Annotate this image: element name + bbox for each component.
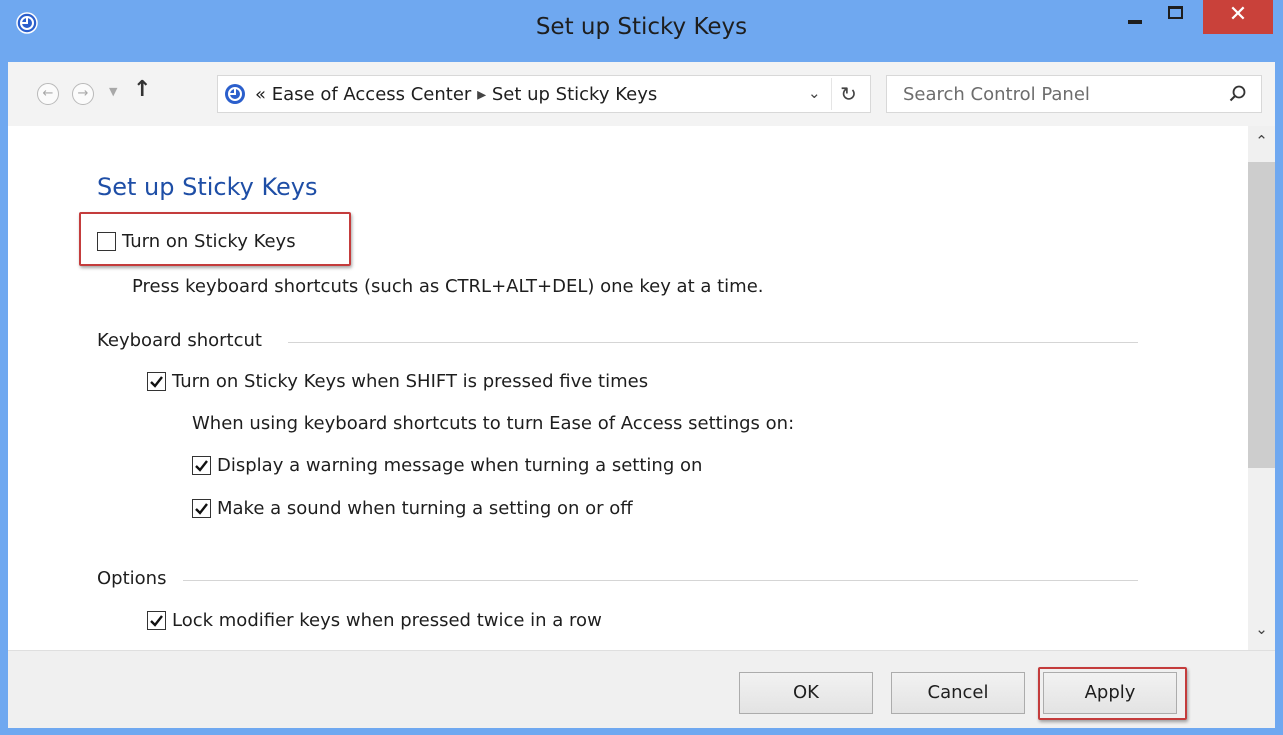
search-placeholder: Search Control Panel bbox=[903, 84, 1090, 105]
divider bbox=[183, 580, 1138, 581]
navigation-bar: ← → ▼ ↑ « Ease of Access Center ▸ Set up… bbox=[8, 62, 1275, 126]
close-button[interactable]: ✕ bbox=[1203, 0, 1273, 34]
breadcrumb: « Ease of Access Center ▸ Set up Sticky … bbox=[255, 84, 657, 105]
control-panel-icon bbox=[225, 84, 245, 104]
forward-button[interactable]: → bbox=[72, 83, 94, 105]
window: Set up Sticky Keys ✕ ← → ▼ ↑ « Ease of A… bbox=[0, 0, 1283, 735]
shortcut-settings-intro: When using keyboard shortcuts to turn Ea… bbox=[192, 413, 795, 434]
window-title: Set up Sticky Keys bbox=[535, 14, 748, 40]
search-icon bbox=[1229, 85, 1246, 102]
minimize-button[interactable] bbox=[1117, 0, 1153, 34]
breadcrumb-separator-icon[interactable]: ▸ bbox=[477, 84, 486, 105]
refresh-icon: ↻ bbox=[840, 82, 857, 106]
content-pane: Set up Sticky Keys Turn on Sticky Keys P… bbox=[8, 126, 1275, 650]
checkmark-icon bbox=[195, 503, 208, 515]
checkbox-label: Turn on Sticky Keys when SHIFT is presse… bbox=[172, 371, 649, 392]
scrollbar-thumb[interactable] bbox=[1248, 162, 1275, 468]
refresh-button[interactable]: ↻ bbox=[831, 78, 865, 110]
address-bar[interactable]: « Ease of Access Center ▸ Set up Sticky … bbox=[217, 75, 871, 113]
checkbox-label: Turn on Sticky Keys bbox=[122, 231, 296, 252]
recent-locations-dropdown[interactable]: ▼ bbox=[109, 85, 117, 98]
page-title: Set up Sticky Keys bbox=[97, 173, 318, 201]
vertical-scrollbar[interactable]: ⌃ ⌄ bbox=[1248, 126, 1275, 650]
breadcrumb-overflow[interactable]: « bbox=[255, 84, 266, 105]
divider bbox=[288, 342, 1138, 343]
checkbox-label: Lock modifier keys when pressed twice in… bbox=[172, 610, 602, 631]
search-input[interactable]: Search Control Panel bbox=[886, 75, 1262, 113]
cancel-button[interactable]: Cancel bbox=[891, 672, 1025, 714]
scroll-up-button[interactable]: ⌃ bbox=[1248, 132, 1275, 156]
breadcrumb-item-set-up-sticky-keys[interactable]: Set up Sticky Keys bbox=[492, 84, 657, 105]
highlight-box bbox=[1038, 667, 1187, 720]
checkbox-checked[interactable] bbox=[147, 372, 166, 391]
section-heading-keyboard-shortcut: Keyboard shortcut bbox=[97, 330, 262, 351]
checkmark-icon bbox=[150, 615, 163, 627]
breadcrumb-item-ease-of-access-center[interactable]: Ease of Access Center bbox=[272, 84, 472, 105]
ok-button[interactable]: OK bbox=[739, 672, 873, 714]
sticky-keys-description: Press keyboard shortcuts (such as CTRL+A… bbox=[132, 276, 764, 297]
chevron-down-icon: ⌄ bbox=[1255, 620, 1268, 638]
up-button[interactable]: ↑ bbox=[133, 77, 151, 102]
scroll-down-button[interactable]: ⌄ bbox=[1248, 620, 1275, 644]
chevron-down-icon: ▼ bbox=[109, 85, 118, 98]
back-arrow-icon: ← bbox=[42, 86, 54, 101]
checkbox-checked[interactable] bbox=[192, 499, 211, 518]
minimize-icon bbox=[1128, 20, 1142, 24]
close-icon: ✕ bbox=[1228, 2, 1248, 27]
forward-arrow-icon: → bbox=[77, 86, 89, 101]
maximize-button[interactable] bbox=[1158, 0, 1194, 34]
checkbox-checked[interactable] bbox=[192, 456, 211, 475]
checkbox-label: Make a sound when turning a setting on o… bbox=[217, 498, 633, 519]
dialog-footer: OK Cancel Apply bbox=[8, 650, 1275, 728]
back-button[interactable]: ← bbox=[37, 83, 59, 105]
up-arrow-icon: ↑ bbox=[133, 77, 152, 102]
section-heading-options: Options bbox=[97, 568, 167, 589]
checkmark-icon bbox=[150, 376, 163, 388]
checkbox-label: Display a warning message when turning a… bbox=[217, 455, 703, 476]
maximize-icon bbox=[1168, 6, 1183, 19]
checkmark-icon bbox=[195, 460, 208, 472]
checkbox-unchecked[interactable] bbox=[97, 232, 116, 251]
address-dropdown-button[interactable]: ⌄ bbox=[808, 84, 821, 102]
chevron-down-icon: ⌄ bbox=[808, 84, 821, 102]
chevron-up-icon: ⌃ bbox=[1255, 132, 1268, 150]
checkbox-checked[interactable] bbox=[147, 611, 166, 630]
title-bar: Set up Sticky Keys ✕ bbox=[0, 0, 1283, 62]
